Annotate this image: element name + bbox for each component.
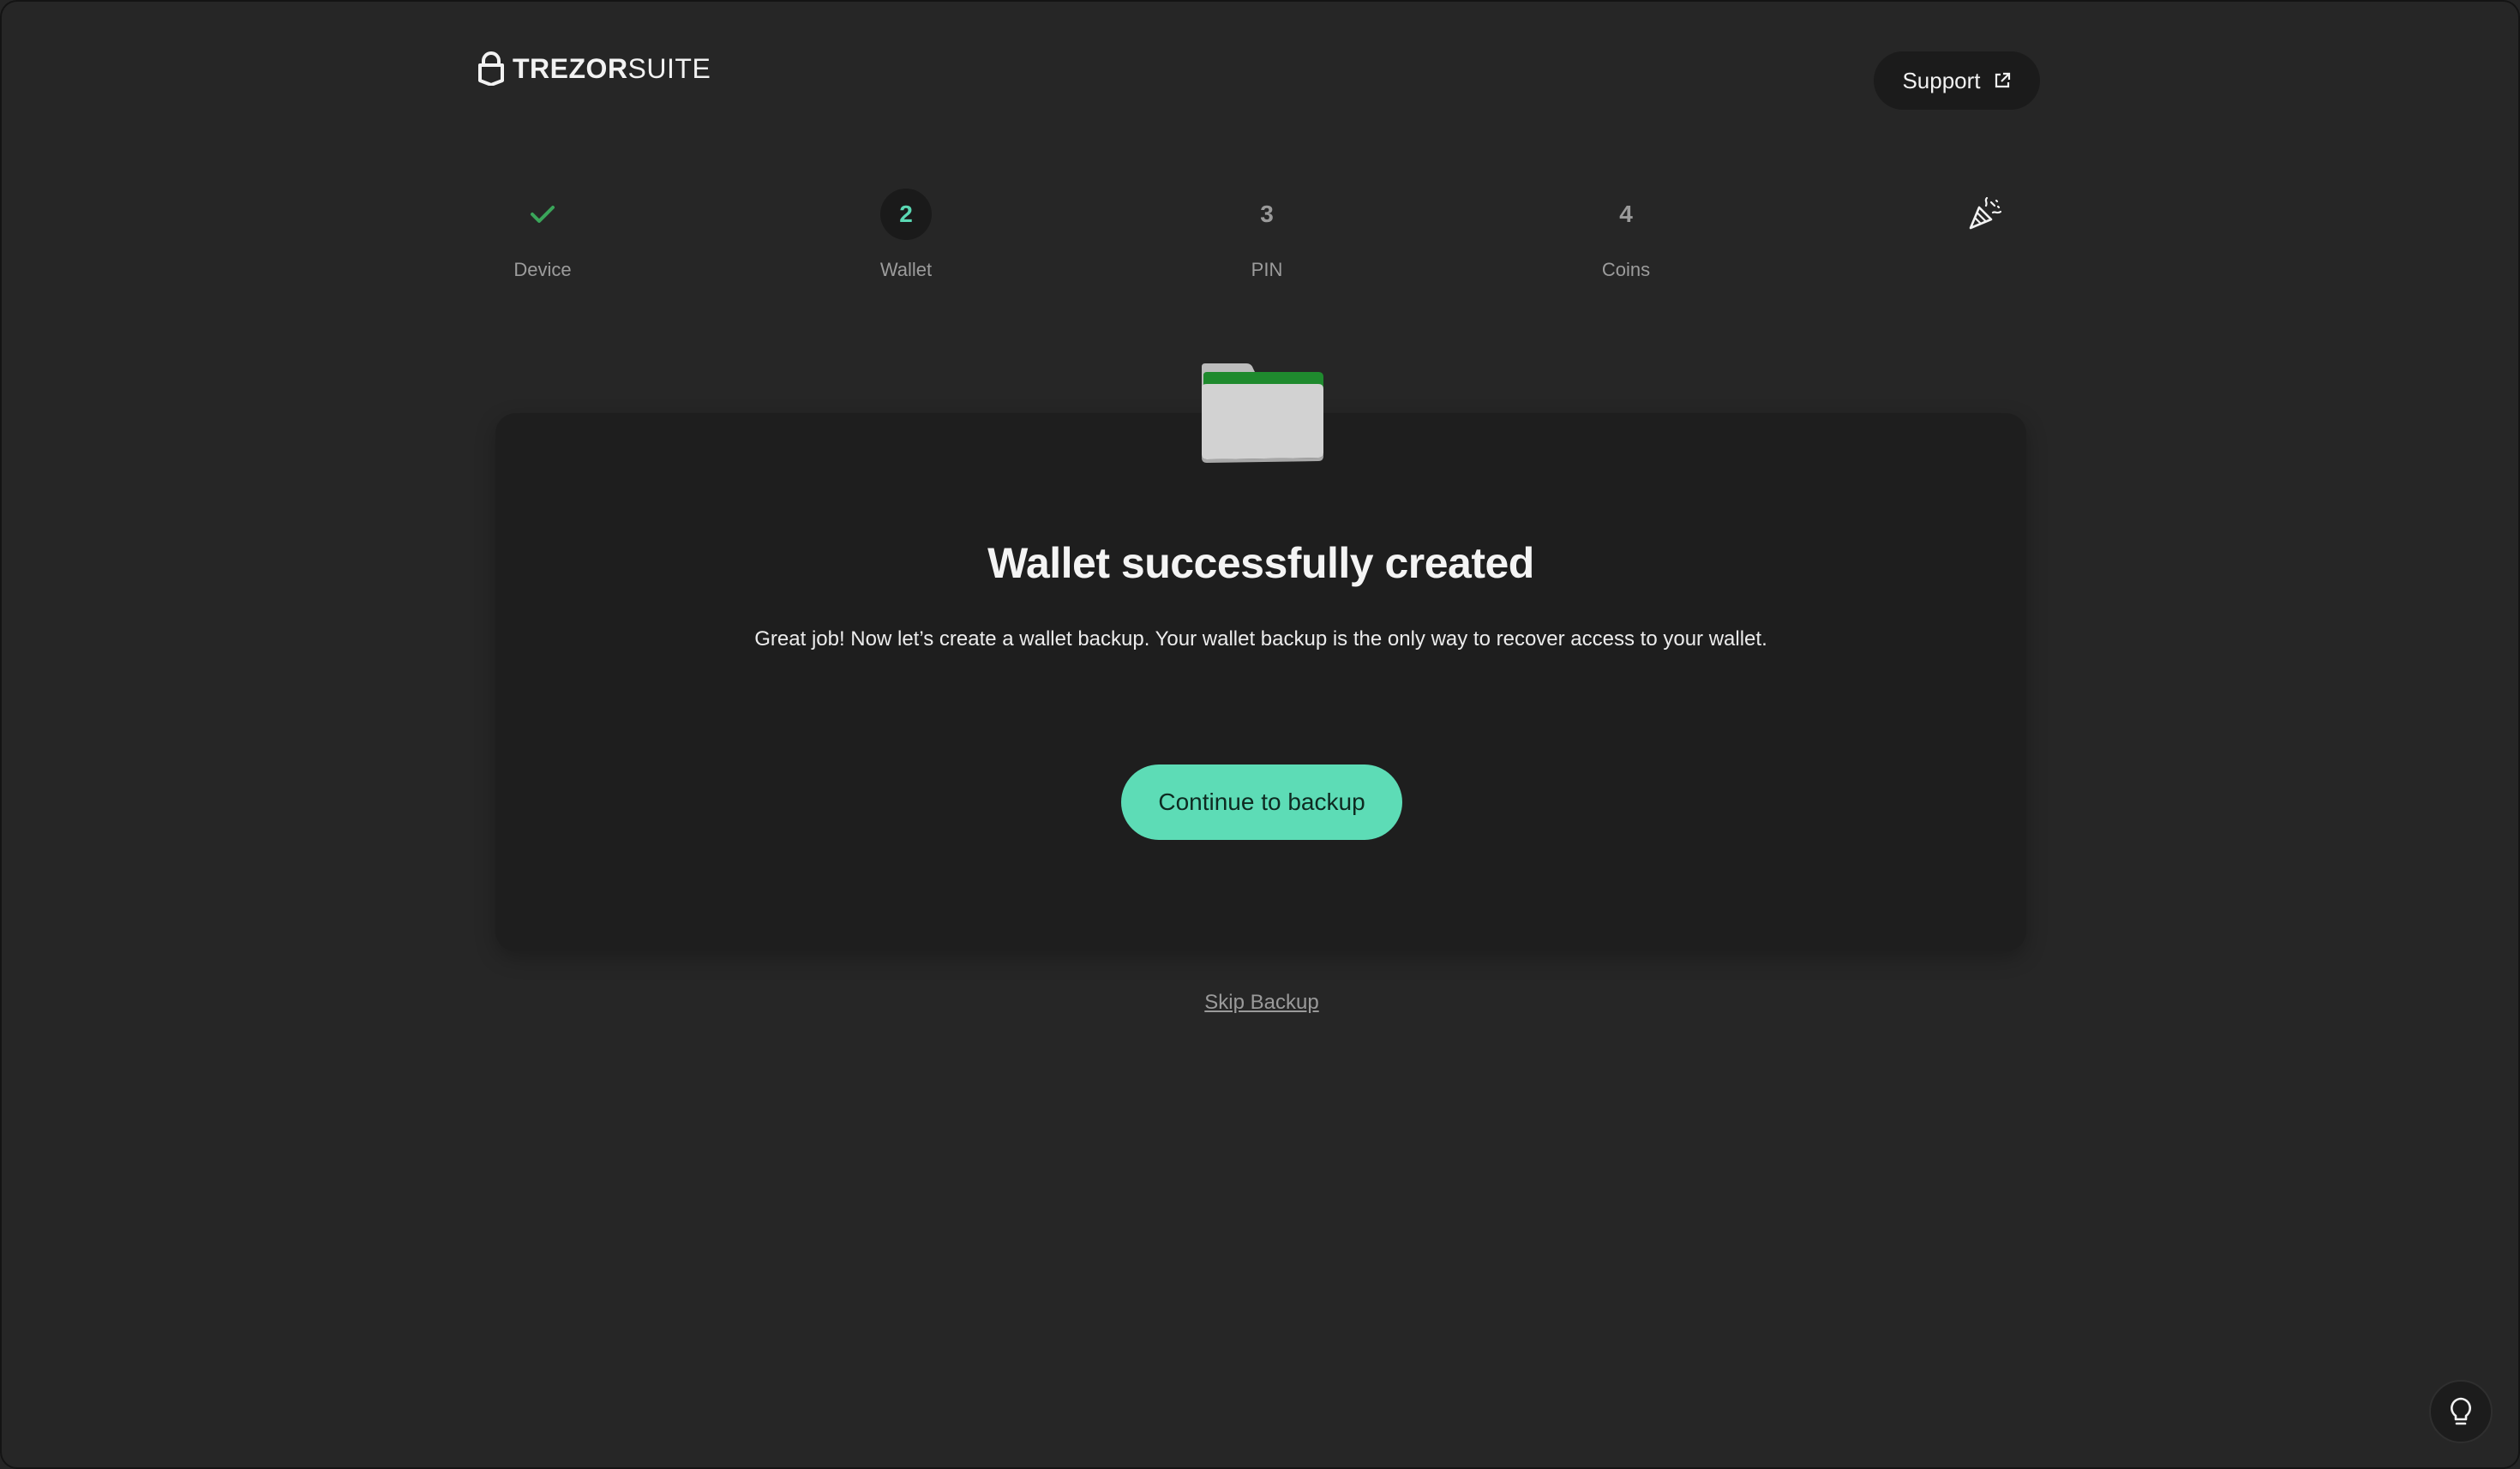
step-label: PIN [1251,259,1283,280]
lightbulb-icon [2451,1397,2471,1425]
skip-backup-link[interactable]: Skip Backup [2,991,2518,1015]
card-title: Wallet successfully created [987,539,1534,587]
trezor-suite-logo: TREZORSUITE [478,51,711,86]
step-label: Device [513,259,572,280]
continue-to-backup-button[interactable]: Continue to backup [1121,764,1402,840]
step-label: Coins [1601,259,1651,280]
step-device-mark [517,189,568,240]
card-description: Great job! Now let’s create a wallet bac… [754,627,1767,651]
tips-button[interactable] [2429,1380,2493,1443]
external-link-icon [1995,72,2010,88]
step-number: 3 [1260,201,1274,227]
app-window: TREZORSUITE Support Device 2 Wallet 3 PI… [0,0,2520,1469]
support-label: Support [1902,67,1981,93]
wallet-created-card: Wallet successfully created Great job! N… [495,413,2026,951]
party-popper-icon [1969,197,2001,230]
step-final-mark [1959,189,2010,240]
step-final [1899,189,2070,259]
step-wallet: 2 Wallet [820,189,992,281]
padlock-icon [478,51,504,86]
step-device: Device [457,189,628,281]
step-number: 2 [880,189,932,240]
step-label: Wallet [879,259,933,280]
support-button[interactable]: Support [1874,51,2040,110]
step-coins: 4 Coins [1540,189,1712,281]
checkmark-icon [531,206,555,223]
folder-icon [1202,363,1323,463]
step-pin: 3 PIN [1181,189,1353,281]
logo-text: TREZORSUITE [513,52,711,84]
step-number: 4 [1619,201,1633,227]
